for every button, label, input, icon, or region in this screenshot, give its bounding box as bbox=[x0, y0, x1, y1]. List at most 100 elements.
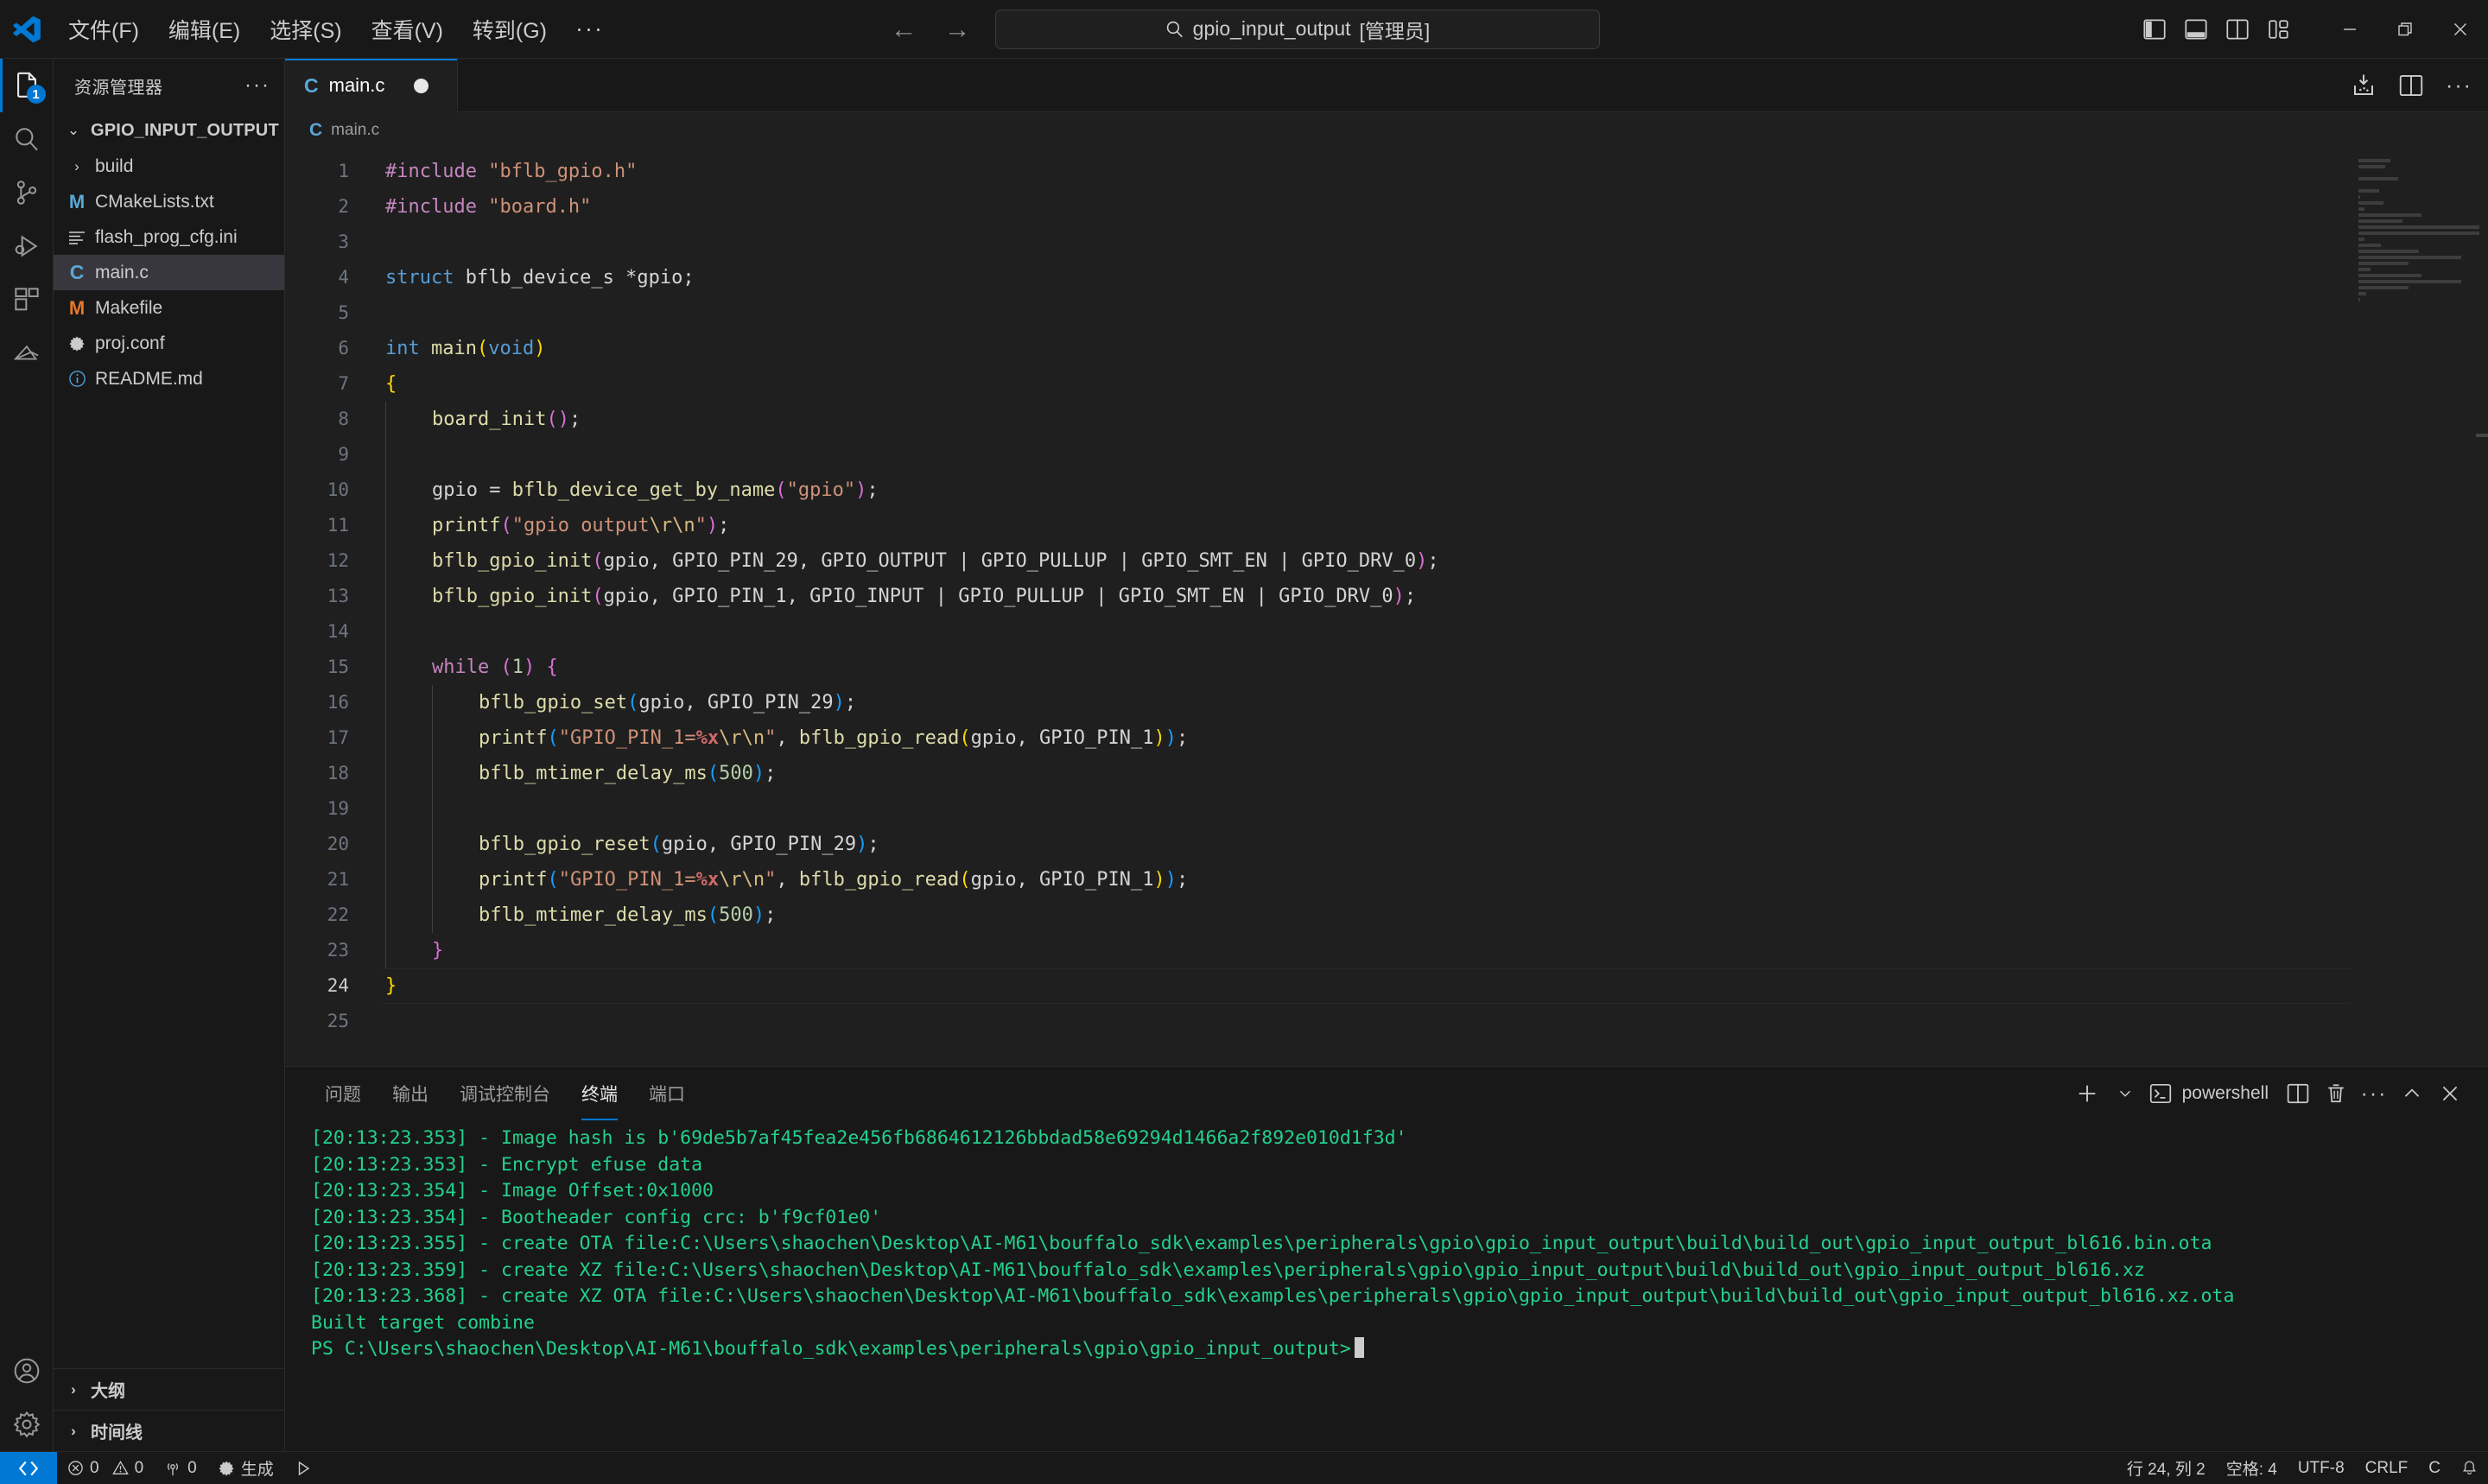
terminal-line: [20:13:23.354] - Bootheader config crc: … bbox=[311, 1206, 882, 1228]
explorer-root-folder[interactable]: ⌄ GPIO_INPUT_OUTPUT bbox=[54, 112, 284, 149]
tree-item-makefile[interactable]: M Makefile bbox=[54, 290, 284, 326]
panel-more-actions-icon[interactable]: ··· bbox=[2355, 1074, 2393, 1113]
activity-item-manage-settings[interactable] bbox=[0, 1398, 54, 1451]
minimap-line bbox=[2358, 159, 2391, 162]
code-token: * bbox=[625, 267, 638, 289]
line-number: 20 bbox=[327, 834, 349, 854]
maximize-panel-icon[interactable] bbox=[2393, 1074, 2431, 1113]
code-token: ( bbox=[775, 479, 787, 501]
command-center[interactable]: gpio_input_output [管理员] bbox=[995, 9, 1600, 49]
tree-item-label: proj.conf bbox=[95, 333, 165, 353]
split-terminal-icon[interactable] bbox=[2279, 1074, 2317, 1113]
panel-tab-ports[interactable]: 端口 bbox=[633, 1067, 701, 1120]
editor-more-actions-icon[interactable]: ··· bbox=[2446, 73, 2472, 98]
activity-item-run-and-debug[interactable] bbox=[0, 219, 54, 273]
toggle-panel-icon[interactable] bbox=[2175, 9, 2217, 50]
panel-tab-output[interactable]: 输出 bbox=[377, 1067, 444, 1120]
code-token: | bbox=[1255, 586, 1267, 607]
explorer-more-actions-button[interactable]: ··· bbox=[244, 73, 270, 98]
activity-item-source-control[interactable] bbox=[0, 166, 54, 219]
customize-layout-icon[interactable] bbox=[2258, 9, 2300, 50]
minimap-line bbox=[2358, 256, 2461, 259]
remote-window-indicator[interactable] bbox=[0, 1451, 57, 1484]
code-line: 6 int main(void) bbox=[285, 331, 2488, 366]
status-notifications-button[interactable] bbox=[2451, 1452, 2488, 1484]
tree-item-proj-conf[interactable]: proj.conf bbox=[54, 326, 284, 361]
panel-tab-problems[interactable]: 问题 bbox=[309, 1067, 377, 1120]
status-eol[interactable]: CRLF bbox=[2355, 1452, 2419, 1484]
minimap[interactable] bbox=[2350, 149, 2488, 1066]
status-cursor-position[interactable]: 行 24, 列 2 bbox=[2117, 1452, 2216, 1484]
terminal-shell-tab[interactable]: powershell bbox=[2144, 1074, 2279, 1113]
breadcrumb[interactable]: C main.c bbox=[285, 112, 2488, 149]
tree-item-cmakelists[interactable]: M CMakeLists.txt bbox=[54, 184, 284, 219]
code-token: ( bbox=[476, 338, 489, 359]
menu-item-file[interactable]: 文件(F) bbox=[54, 9, 154, 50]
menu-item-go[interactable]: 转到(G) bbox=[458, 9, 562, 50]
code-line: 23 } bbox=[285, 933, 2488, 968]
menu-item-edit[interactable]: 编辑(E) bbox=[154, 9, 255, 50]
status-build-button[interactable]: 生成 bbox=[207, 1452, 284, 1484]
status-problems[interactable]: 0 0 bbox=[57, 1452, 154, 1484]
tree-item-flash-prog-cfg[interactable]: flash_prog_cfg.ini bbox=[54, 219, 284, 255]
code-token: " bbox=[765, 869, 777, 891]
warning-icon bbox=[111, 1460, 129, 1476]
code-line: 10 gpio = bflb_device_get_by_name("gpio"… bbox=[285, 472, 2488, 508]
panel-tab-debug-console[interactable]: 调试控制台 bbox=[444, 1067, 566, 1120]
sidebar-section-timeline[interactable]: › 时间线 bbox=[54, 1410, 284, 1451]
window-minimize-button[interactable] bbox=[2322, 0, 2377, 59]
code-line: 8 board_init(); bbox=[285, 402, 2488, 437]
code-token: ; bbox=[866, 479, 879, 501]
activity-item-accounts[interactable] bbox=[0, 1344, 54, 1398]
navigate-back-icon[interactable]: ← bbox=[888, 14, 919, 45]
toggle-primary-sidebar-icon[interactable] bbox=[2134, 9, 2175, 50]
window-right-controls bbox=[2134, 0, 2488, 59]
activity-item-extensions[interactable] bbox=[0, 273, 54, 327]
terminal-output[interactable]: [20:13:23.353] - Image hash is b'69de5b7… bbox=[285, 1120, 2488, 1451]
line-content: int main(void) bbox=[382, 331, 2488, 366]
menu-item-view[interactable]: 查看(V) bbox=[357, 9, 458, 50]
close-panel-icon[interactable] bbox=[2431, 1074, 2469, 1113]
code-token: , bbox=[776, 727, 799, 749]
tree-item-readme[interactable]: README.md bbox=[54, 361, 284, 396]
command-center-text: gpio_input_output bbox=[1192, 17, 1351, 40]
code-editor[interactable]: 1 #include "bflb_gpio.h" 2 #include "board.… bbox=[285, 149, 2488, 1066]
line-number: 21 bbox=[327, 869, 349, 890]
status-run-button[interactable] bbox=[284, 1452, 322, 1484]
menu-item-selection[interactable]: 选择(S) bbox=[255, 9, 356, 50]
tree-item-main-c[interactable]: C main.c bbox=[54, 255, 284, 290]
split-editor-icon[interactable] bbox=[2399, 74, 2423, 97]
indent-guide bbox=[385, 756, 432, 791]
new-terminal-dropdown-icon[interactable] bbox=[2106, 1074, 2144, 1113]
window-restore-button[interactable] bbox=[2377, 0, 2433, 59]
minimap-line bbox=[2358, 219, 2402, 223]
tabs-empty-space bbox=[458, 59, 2488, 112]
indent-guide bbox=[385, 827, 432, 862]
kill-terminal-icon[interactable] bbox=[2317, 1074, 2355, 1113]
status-language-mode[interactable]: C bbox=[2418, 1452, 2451, 1484]
sidebar-section-outline[interactable]: › 大纲 bbox=[54, 1368, 284, 1410]
activity-item-bouffalo-sdk[interactable] bbox=[0, 327, 54, 380]
status-ports[interactable]: 0 bbox=[154, 1452, 207, 1484]
window-close-button[interactable] bbox=[2433, 0, 2488, 59]
navigate-forward-icon[interactable]: → bbox=[942, 14, 973, 45]
panel-tab-terminal[interactable]: 终端 bbox=[566, 1067, 633, 1120]
editor-scrollbar[interactable] bbox=[2476, 434, 2488, 437]
terminal-prompt[interactable]: PS C:\Users\shaochen\Desktop\AI-M61\bouf… bbox=[311, 1336, 2488, 1363]
editor-tab-main-c[interactable]: C main.c bbox=[285, 59, 458, 112]
activity-item-explorer[interactable]: 1 bbox=[0, 59, 54, 112]
code-token: bflb_gpio_init bbox=[431, 550, 593, 572]
terminal-line: [20:13:23.354] - Image Offset:0x1000 bbox=[311, 1180, 714, 1202]
new-terminal-icon[interactable] bbox=[2068, 1074, 2106, 1113]
toggle-secondary-sidebar-icon[interactable] bbox=[2217, 9, 2258, 50]
status-indentation[interactable]: 空格: 4 bbox=[2216, 1452, 2288, 1484]
line-number: 7 bbox=[338, 373, 349, 394]
flash-download-icon[interactable] bbox=[2351, 73, 2377, 98]
unsaved-indicator-icon[interactable] bbox=[414, 78, 429, 93]
status-bar: 0 0 0 生成 行 24, 列 2 空格: 4 UTF-8 CRLF C bbox=[0, 1451, 2488, 1484]
activity-item-search[interactable] bbox=[0, 112, 54, 166]
status-encoding[interactable]: UTF-8 bbox=[2288, 1452, 2355, 1484]
menu-more-button[interactable]: ··· bbox=[562, 14, 618, 44]
tree-item-build[interactable]: › build bbox=[54, 149, 284, 184]
makefile-icon: M bbox=[68, 296, 86, 319]
